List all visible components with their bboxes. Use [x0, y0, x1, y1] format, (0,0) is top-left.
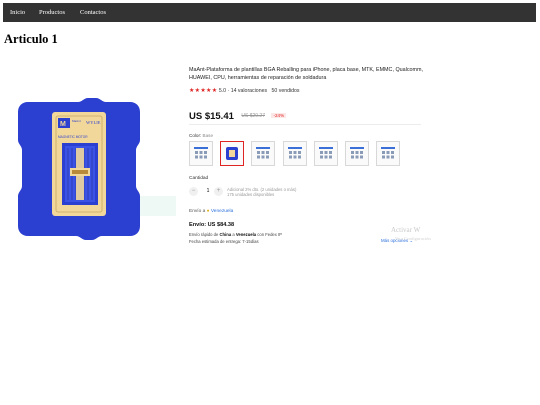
color-selected-value: Base [202, 133, 214, 138]
color-swatch[interactable] [189, 141, 213, 166]
discount-badge: -24% [271, 113, 287, 118]
image-model-label: WYLIE [86, 120, 101, 125]
product-image: M MaAnt WYLIE MAGNETIC MOTOR [6, 88, 176, 250]
flag-icon: ● [206, 209, 210, 214]
shipping-cost: Envío: US $84.38 [189, 222, 235, 228]
ship-line1-prefix: Envío rápido de [189, 232, 219, 237]
ship-via: con Fedex IP [257, 232, 282, 237]
swatch-thumbnail [318, 147, 333, 159]
ship-to-country: Venezuela [210, 209, 234, 214]
ship-dest: Venezuela [235, 232, 257, 237]
nav-link-contactos[interactable]: Contactos [80, 3, 106, 22]
color-swatch[interactable] [251, 141, 276, 166]
activation-watermark-subtitle: Ve a Configuración [395, 236, 431, 241]
swatch-thumbnail [194, 147, 208, 159]
price-row: US $15.41 US $20.27 -24% [189, 106, 287, 122]
ship-to-label: Envío a [189, 209, 206, 214]
rating-value: 5.0 [218, 88, 227, 94]
rating-separator: · [227, 88, 230, 94]
rating-row: ★★★★★ 5.0 · 14 valoraciones 50 vendidos [189, 87, 300, 95]
delivery-estimate: Fecha estimada de entrega: 7-15días [189, 239, 259, 244]
shipping-details: Envío rápido de China a Venezuela con Fe… [189, 231, 282, 245]
quantity-value[interactable]: 1 [204, 187, 212, 196]
original-price: US $20.27 [241, 113, 265, 119]
top-navbar: Inicio Productos Contactos [3, 3, 536, 22]
divider [189, 124, 421, 125]
quantity-label: Cantidad [189, 176, 209, 181]
color-swatch[interactable] [376, 141, 401, 166]
svg-text:M: M [60, 121, 66, 128]
rating-stars: ★★★★★ [189, 88, 218, 94]
color-swatch[interactable] [282, 141, 307, 166]
review-count[interactable]: 14 valoraciones [231, 88, 267, 94]
nav-link-inicio[interactable]: Inicio [10, 3, 25, 22]
swatch-thumbnail [381, 147, 396, 159]
quantity-note: Adicional 2% dto. (2 unidades o más) 175… [227, 187, 296, 197]
color-swatch[interactable] [345, 141, 369, 166]
color-label: Color: Base [189, 133, 213, 138]
product-title: MaAnt-Plataforma de plantillas BGA Rebal… [189, 67, 423, 81]
current-price: US $15.41 [189, 111, 234, 122]
swatch-thumbnail [350, 147, 364, 159]
swatch-thumbnail [256, 147, 271, 159]
ship-to-row: Envío a ● Venezuela [189, 209, 233, 214]
ship-a: a [232, 232, 235, 237]
color-swatches [189, 141, 414, 168]
ship-to-country-link[interactable]: ● Venezuela [207, 209, 234, 214]
activation-watermark-title: Activar W [391, 226, 421, 234]
quantity-decrement-button[interactable]: − [189, 187, 198, 196]
color-label-text: Color: [189, 133, 202, 138]
image-brand-label: MaAnt [72, 119, 81, 123]
ship-from: China [219, 232, 232, 237]
color-swatch[interactable] [220, 141, 245, 166]
color-swatch[interactable] [313, 141, 338, 166]
swatch-thumbnail [287, 147, 302, 159]
page-title: Articulo 1 [4, 32, 58, 46]
image-caption-label: MAGNETIC MOTOR [58, 135, 88, 139]
nav-link-productos[interactable]: Productos [39, 3, 65, 22]
stock-available: 175 unidades disponibles [227, 192, 275, 198]
sold-count: 50 vendidos [271, 88, 300, 94]
swatch-thumbnail [226, 147, 239, 160]
quantity-increment-button[interactable]: + [214, 187, 223, 196]
